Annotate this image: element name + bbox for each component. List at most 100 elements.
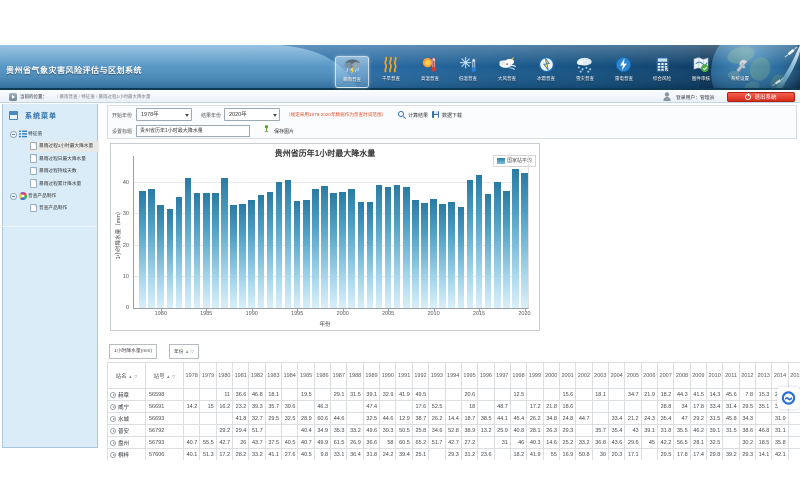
bar-2017[interactable] bbox=[494, 182, 501, 308]
station-name[interactable]: 水城 bbox=[108, 413, 146, 425]
column-header-2008[interactable]: 2008 bbox=[674, 363, 690, 389]
station-name[interactable]: 赫章 bbox=[108, 389, 146, 401]
sidebar-group-1[interactable]: 普查产品制作 bbox=[3, 190, 99, 202]
toolbar-item-cold[interactable]: 低温普查 bbox=[451, 56, 485, 88]
column-header-1979[interactable]: 1979 bbox=[200, 363, 216, 389]
chart-title-input[interactable]: 贵州省历年1小时最大降水量 bbox=[136, 125, 250, 137]
bar-1980[interactable] bbox=[157, 205, 164, 308]
station-name[interactable]: 普安 bbox=[108, 425, 146, 437]
column-header-1995[interactable]: 1995 bbox=[461, 363, 477, 389]
breadcrumb-item[interactable]: 暴雨过程1小时最大降水量 bbox=[99, 94, 151, 99]
column-header-2003[interactable]: 2003 bbox=[592, 363, 608, 389]
sort-filter-icons[interactable]: ▲ ▽ bbox=[128, 374, 137, 379]
column-header-2004[interactable]: 2004 bbox=[608, 363, 624, 389]
floating-widget[interactable] bbox=[777, 387, 800, 409]
column-header-1992[interactable]: 1992 bbox=[412, 363, 428, 389]
column-header-2013[interactable]: 2013 bbox=[756, 363, 772, 389]
bar-1996[interactable] bbox=[303, 200, 310, 308]
save-image-button[interactable]: 保存图片 bbox=[274, 128, 294, 135]
bar-1990[interactable] bbox=[248, 200, 255, 308]
toolbar-item-heat[interactable]: 高温普查 bbox=[413, 56, 447, 88]
bar-1991[interactable] bbox=[258, 195, 265, 308]
column-header-1999[interactable]: 1999 bbox=[527, 363, 543, 389]
column-header-1997[interactable]: 1997 bbox=[494, 363, 510, 389]
column-header-1996[interactable]: 1996 bbox=[478, 363, 494, 389]
bar-2008[interactable] bbox=[412, 200, 419, 308]
column-header-1981[interactable]: 1981 bbox=[233, 363, 249, 389]
sidebar-item[interactable]: 暴雨过程1小时最大降水量 bbox=[3, 140, 99, 152]
expand-icon[interactable] bbox=[110, 428, 116, 434]
calculate-button[interactable]: 计算结果 bbox=[408, 112, 428, 119]
column-header-2002[interactable]: 2002 bbox=[576, 363, 592, 389]
toolbar-item-snow[interactable]: 雪灾普查 bbox=[568, 56, 602, 88]
bar-2012[interactable] bbox=[448, 202, 455, 308]
sidebar-item[interactable]: 暴雨过程持续天数 bbox=[3, 165, 99, 177]
bar-2009[interactable] bbox=[421, 203, 428, 308]
column-header-1983[interactable]: 1983 bbox=[265, 363, 281, 389]
bar-1998[interactable] bbox=[321, 186, 328, 308]
column-header-1982[interactable]: 1982 bbox=[249, 363, 265, 389]
column-header-2014[interactable]: 2014 bbox=[772, 363, 788, 389]
column-header-2012[interactable]: 2012 bbox=[739, 363, 755, 389]
expand-icon[interactable] bbox=[110, 404, 116, 410]
toolbar-item-drought[interactable]: 干旱普查 bbox=[374, 56, 408, 88]
column-header-1989[interactable]: 1989 bbox=[363, 363, 379, 389]
bar-2001[interactable] bbox=[348, 189, 355, 308]
sidebar-item[interactable]: 暴雨过程累计降水量 bbox=[3, 178, 99, 190]
end-year-select[interactable]: 2020年 bbox=[224, 108, 280, 121]
bar-1987[interactable] bbox=[221, 178, 228, 308]
toolbar-item-rainstorm[interactable]: 暴雨普查 bbox=[335, 56, 369, 88]
bar-2013[interactable] bbox=[458, 207, 465, 308]
bar-2018[interactable] bbox=[503, 191, 510, 308]
column-header-1986[interactable]: 1986 bbox=[314, 363, 330, 389]
expand-icon[interactable] bbox=[110, 392, 116, 398]
bar-2000[interactable] bbox=[339, 192, 346, 308]
bar-2003[interactable] bbox=[367, 202, 374, 308]
expand-icon[interactable] bbox=[110, 440, 116, 446]
bar-1982[interactable] bbox=[176, 197, 183, 308]
column-header-1998[interactable]: 1998 bbox=[510, 363, 526, 389]
bar-1994[interactable] bbox=[285, 180, 292, 308]
sort-filter-icons[interactable]: ▲ ▽ bbox=[166, 374, 175, 379]
bar-1981[interactable] bbox=[167, 209, 174, 308]
toolbar-item-mapreview[interactable]: 图件审核 bbox=[684, 56, 718, 88]
toolbar-item-lightning[interactable]: 雷电普查 bbox=[607, 56, 641, 88]
column-header-2015[interactable]: 2015 bbox=[788, 363, 800, 389]
column-header-1993[interactable]: 1993 bbox=[429, 363, 445, 389]
start-year-select[interactable]: 1978年 bbox=[136, 108, 192, 121]
bar-2005[interactable] bbox=[385, 187, 392, 308]
column-header-2000[interactable]: 2000 bbox=[543, 363, 559, 389]
column-header-1988[interactable]: 1988 bbox=[347, 363, 363, 389]
column-header-2011[interactable]: 2011 bbox=[723, 363, 739, 389]
breadcrumb-item[interactable]: 暴雨普查 bbox=[60, 94, 78, 99]
station-name[interactable]: 威宁 bbox=[108, 401, 146, 413]
toolbar-item-settings[interactable]: 系统设置 bbox=[723, 56, 757, 88]
bar-2002[interactable] bbox=[358, 202, 365, 308]
unit-filter-box[interactable]: 1小时降水量(mm) bbox=[109, 344, 157, 359]
station-name[interactable]: 桐梓 bbox=[108, 449, 146, 461]
bar-1992[interactable] bbox=[267, 192, 274, 308]
column-header-1990[interactable]: 1990 bbox=[380, 363, 396, 389]
bar-1984[interactable] bbox=[194, 193, 201, 308]
bar-1988[interactable] bbox=[230, 205, 237, 308]
column-header-1978[interactable]: 1978 bbox=[184, 363, 200, 389]
bar-2016[interactable] bbox=[485, 194, 492, 308]
bar-2004[interactable] bbox=[376, 185, 383, 308]
bar-1986[interactable] bbox=[212, 193, 219, 308]
sidebar-item[interactable]: 暴雨过程日最大降水量 bbox=[3, 153, 99, 165]
toolbar-item-risk[interactable]: 综合风险 bbox=[645, 56, 679, 88]
bar-1999[interactable] bbox=[330, 193, 337, 308]
column-header-1994[interactable]: 1994 bbox=[445, 363, 461, 389]
column-header-2009[interactable]: 2009 bbox=[690, 363, 706, 389]
expand-icon[interactable] bbox=[110, 452, 116, 458]
column-header-1991[interactable]: 1991 bbox=[396, 363, 412, 389]
bar-1978[interactable] bbox=[139, 191, 146, 308]
column-header-2010[interactable]: 2010 bbox=[707, 363, 723, 389]
column-header-2005[interactable]: 2005 bbox=[625, 363, 641, 389]
collapse-icon[interactable] bbox=[10, 131, 17, 138]
sidebar-group-0[interactable]: 特征值 bbox=[3, 128, 99, 140]
bar-1997[interactable] bbox=[312, 189, 319, 308]
bar-2019[interactable] bbox=[512, 169, 519, 308]
expand-icon[interactable] bbox=[110, 416, 116, 422]
bar-1993[interactable] bbox=[276, 182, 283, 308]
